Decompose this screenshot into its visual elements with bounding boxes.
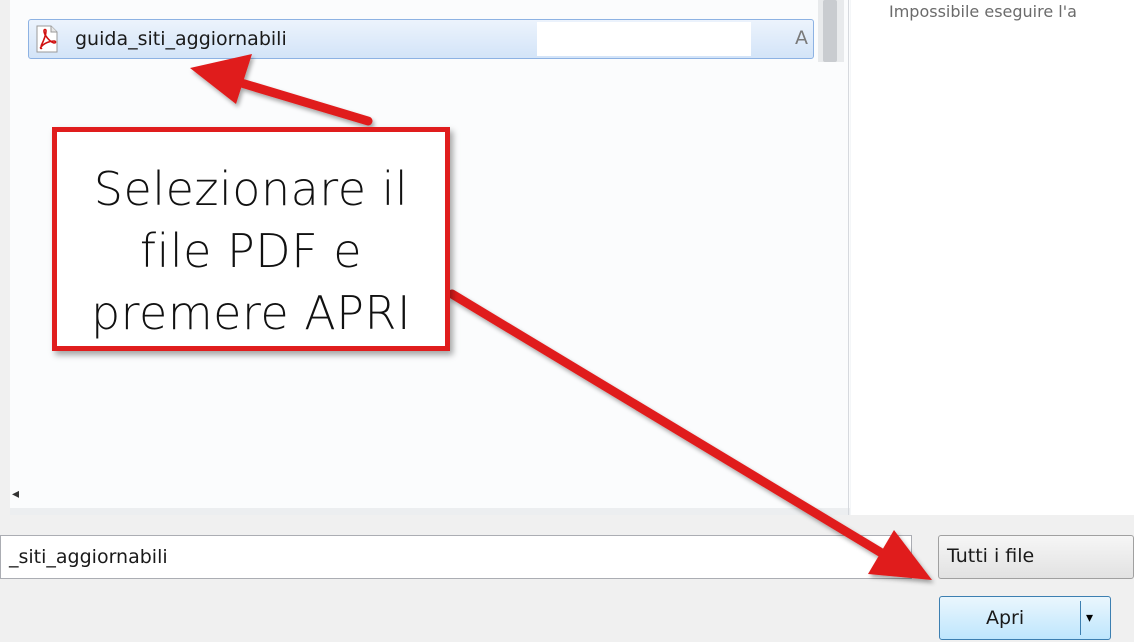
annotation-line-2: file PDF e: [139, 224, 363, 278]
file-row-redacted-area: [537, 22, 751, 56]
file-type-select-value: Tutti i file: [947, 545, 1035, 567]
file-name-input[interactable]: _siti_aggiornabili ▼: [0, 535, 912, 579]
annotation-text: Selezionare il file PDF e premere APRI: [57, 158, 445, 344]
open-button[interactable]: Apri ▾: [939, 596, 1111, 640]
scroll-left-arrow-icon[interactable]: ◂: [12, 486, 26, 506]
open-button-separator: [1080, 601, 1081, 635]
annotation-line-3: premere APRI: [90, 286, 412, 340]
file-row-selected[interactable]: guida_siti_aggiornabili A: [28, 19, 814, 59]
annotation-line-1: Selezionare il: [93, 162, 409, 216]
preview-splitter[interactable]: [848, 0, 849, 515]
pdf-file-icon: [36, 25, 58, 53]
file-type-select[interactable]: Tutti i file: [938, 535, 1134, 579]
preview-message: Impossibile eseguire l'a: [889, 2, 1077, 21]
annotation-callout: Selezionare il file PDF e premere APRI: [52, 127, 450, 351]
chevron-down-icon[interactable]: ▼: [898, 550, 907, 564]
open-dropdown-arrow-icon[interactable]: ▾: [1086, 610, 1093, 626]
open-button-label: Apri: [986, 607, 1025, 629]
file-type-column: A: [795, 27, 808, 49]
file-name-input-value: _siti_aggiornabili: [9, 546, 168, 568]
file-name: guida_siti_aggiornabili: [75, 28, 287, 50]
file-list-scroll-thumb[interactable]: [823, 0, 837, 62]
preview-pane: Impossibile eseguire l'a: [851, 0, 1134, 515]
